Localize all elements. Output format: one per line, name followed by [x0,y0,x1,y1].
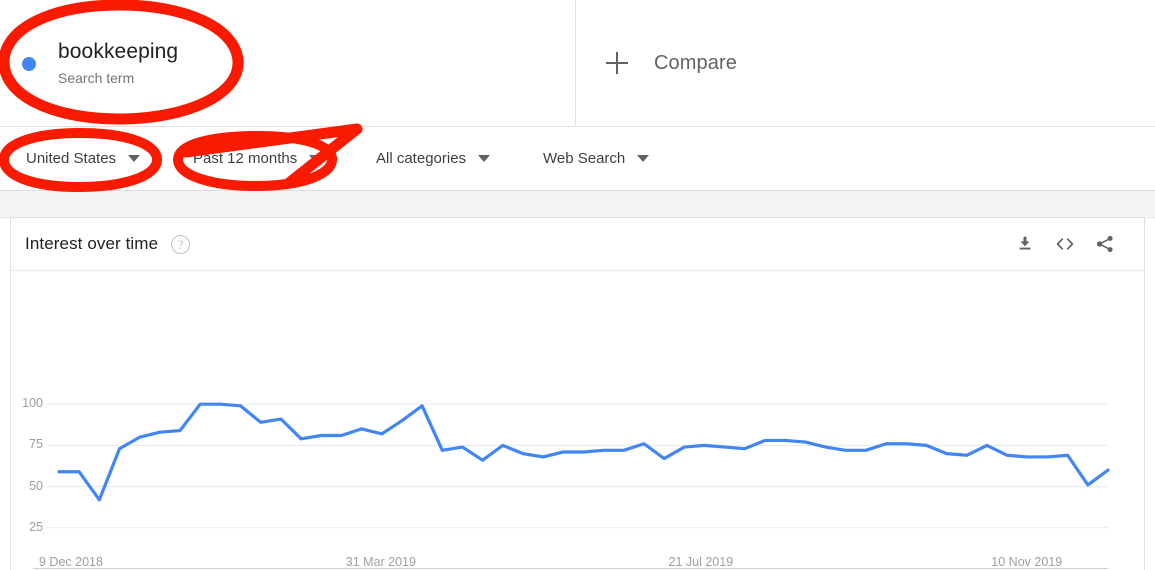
download-icon [1019,236,1031,250]
share-icon [1096,235,1113,253]
code-embed-icon [1056,238,1074,250]
compare-button[interactable]: Compare [576,0,1155,126]
chevron-down-icon [478,155,491,162]
share-button[interactable] [1088,227,1122,261]
embed-button[interactable] [1048,227,1082,261]
filter-category[interactable]: All categories [376,150,491,167]
y-axis-tick-label: 100 [22,396,43,411]
x-axis-tick-label: 9 Dec 2018 [39,555,103,569]
y-axis-tick-label: 50 [29,478,43,493]
plus-icon [606,52,628,74]
chevron-down-icon [128,155,141,162]
card-header: Interest over time ? [11,218,1144,271]
chart-series-line [57,402,1110,502]
filter-time-range-label: Past 12 months [193,150,298,167]
google-trends-page: bookkeeping Search term Compare United S… [0,0,1155,570]
filter-bar: United States Past 12 months All categor… [0,127,1155,191]
series-line-bookkeeping [57,402,1110,502]
chart-gridlines [47,403,1108,529]
filter-region[interactable]: United States [26,150,141,167]
search-term-subtitle: Search term [58,69,135,86]
filter-search-property[interactable]: Web Search [543,150,650,167]
x-axis-tick-label: 10 Nov 2019 [991,555,1063,569]
download-button[interactable] [1008,227,1042,261]
chevron-down-icon [309,155,322,162]
chevron-down-icon [637,155,650,162]
chart-area[interactable]: 25 50 75 100 9 Dec 2018 31 Mar 2019 21 Jul 20… [11,271,1144,569]
page-title: Interest over time [25,234,159,253]
search-term-title: bookkeeping [58,39,179,63]
search-terms-row: bookkeeping Search term Compare [0,0,1155,127]
y-axis-tick-label: 75 [29,437,43,452]
filter-category-label: All categories [376,150,467,167]
filter-region-label: United States [26,150,117,167]
y-axis-tick-label: 25 [29,519,43,534]
compare-label: Compare [654,51,737,74]
search-term-card[interactable]: bookkeeping Search term [0,0,576,126]
search-term-text: bookkeeping Search term [58,38,178,89]
filter-search-property-label: Web Search [543,150,626,167]
filter-time-range[interactable]: Past 12 months [193,150,322,167]
series-color-dot [22,57,36,71]
x-axis-tick-label: 31 Mar 2019 [345,555,416,569]
x-axis-tick-label: 21 Jul 2019 [668,555,734,569]
section-divider [0,191,1155,218]
interest-over-time-card: Interest over time ? 25 50 75 100 9 Dec … [10,217,1145,570]
help-circle-icon[interactable]: ? [171,234,191,254]
interest-over-time-chart[interactable] [11,271,1144,569]
